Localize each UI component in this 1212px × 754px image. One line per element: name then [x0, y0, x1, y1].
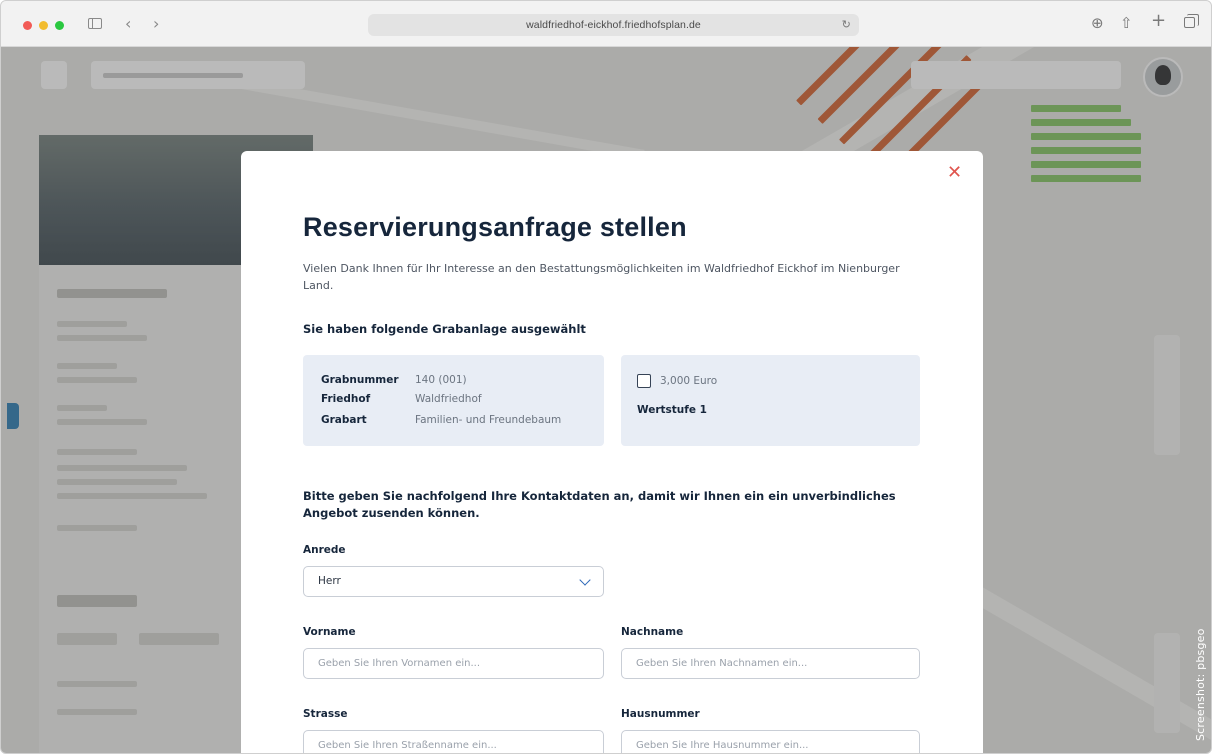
browser-window: ‹ › waldfriedhof-eickhof.friedhofsplan.d… — [0, 0, 1212, 754]
strasse-label: Strasse — [303, 708, 348, 720]
minimize-window-button[interactable] — [39, 21, 48, 30]
tab-overview-icon[interactable] — [1184, 14, 1199, 28]
reload-icon[interactable]: ↻ — [842, 14, 851, 36]
cemetery-value: Waldfriedhof — [415, 393, 482, 405]
anrede-label: Anrede — [303, 544, 346, 556]
grave-type-label: Grabart — [321, 414, 367, 426]
download-icon[interactable]: ⊕ — [1091, 13, 1104, 33]
price-value: 3,000 Euro — [660, 375, 718, 387]
sidebar-toggle-icon[interactable] — [88, 18, 102, 29]
anrede-value: Herr — [318, 575, 341, 587]
reservation-modal: ✕ Reservierungsanfrage stellen Vielen Da… — [241, 151, 983, 753]
grave-number-value: 140 (001) — [415, 374, 467, 386]
hausnummer-field[interactable]: Geben Sie Ihre Hausnummer ein... — [621, 730, 920, 753]
grave-type-value: Familien- und Freundebaum — [415, 414, 562, 426]
selection-heading: Sie haben folgende Grabanlage ausgewählt — [303, 322, 586, 336]
vorname-field[interactable]: Geben Sie Ihren Vornamen ein... — [303, 648, 604, 679]
forward-icon[interactable]: › — [153, 14, 159, 34]
grave-info-card: Grabnummer 140 (001) Friedhof Waldfriedh… — [303, 355, 604, 446]
zoom-window-button[interactable] — [55, 21, 64, 30]
hausnummer-label: Hausnummer — [621, 708, 700, 720]
nachname-field[interactable]: Geben Sie Ihren Nachnamen ein... — [621, 648, 920, 679]
price-tier: Wertstufe 1 — [637, 404, 707, 416]
vorname-label: Vorname — [303, 626, 356, 638]
contact-heading: Bitte geben Sie nachfolgend Ihre Kontakt… — [303, 489, 896, 520]
back-icon[interactable]: ‹ — [125, 14, 131, 34]
anrede-select[interactable]: Herr — [303, 566, 604, 597]
close-icon[interactable]: ✕ — [947, 164, 962, 182]
price-card: 3,000 Euro Wertstufe 1 — [621, 355, 920, 446]
strasse-field[interactable]: Geben Sie Ihren Straßenname ein... — [303, 730, 604, 753]
close-window-button[interactable] — [23, 21, 32, 30]
cemetery-label: Friedhof — [321, 393, 371, 405]
address-bar[interactable]: waldfriedhof-eickhof.friedhofsplan.de ↻ — [368, 14, 859, 36]
url-text: waldfriedhof-eickhof.friedhofsplan.de — [526, 19, 701, 31]
grave-number-label: Grabnummer — [321, 374, 399, 386]
browser-toolbar: ‹ › waldfriedhof-eickhof.friedhofsplan.d… — [1, 1, 1211, 47]
intro-text: Vielen Dank Ihnen für Ihr Interesse an d… — [303, 262, 900, 292]
new-tab-icon[interactable]: + — [1151, 11, 1166, 31]
screenshot-credit: Screenshot: pbsgeo — [1194, 628, 1207, 741]
nachname-label: Nachname — [621, 626, 684, 638]
page-title: Reservierungsanfrage stellen — [303, 212, 687, 242]
share-icon[interactable]: ⇧ — [1120, 13, 1133, 33]
chevron-down-icon — [579, 574, 591, 586]
price-checkbox[interactable] — [637, 374, 651, 388]
